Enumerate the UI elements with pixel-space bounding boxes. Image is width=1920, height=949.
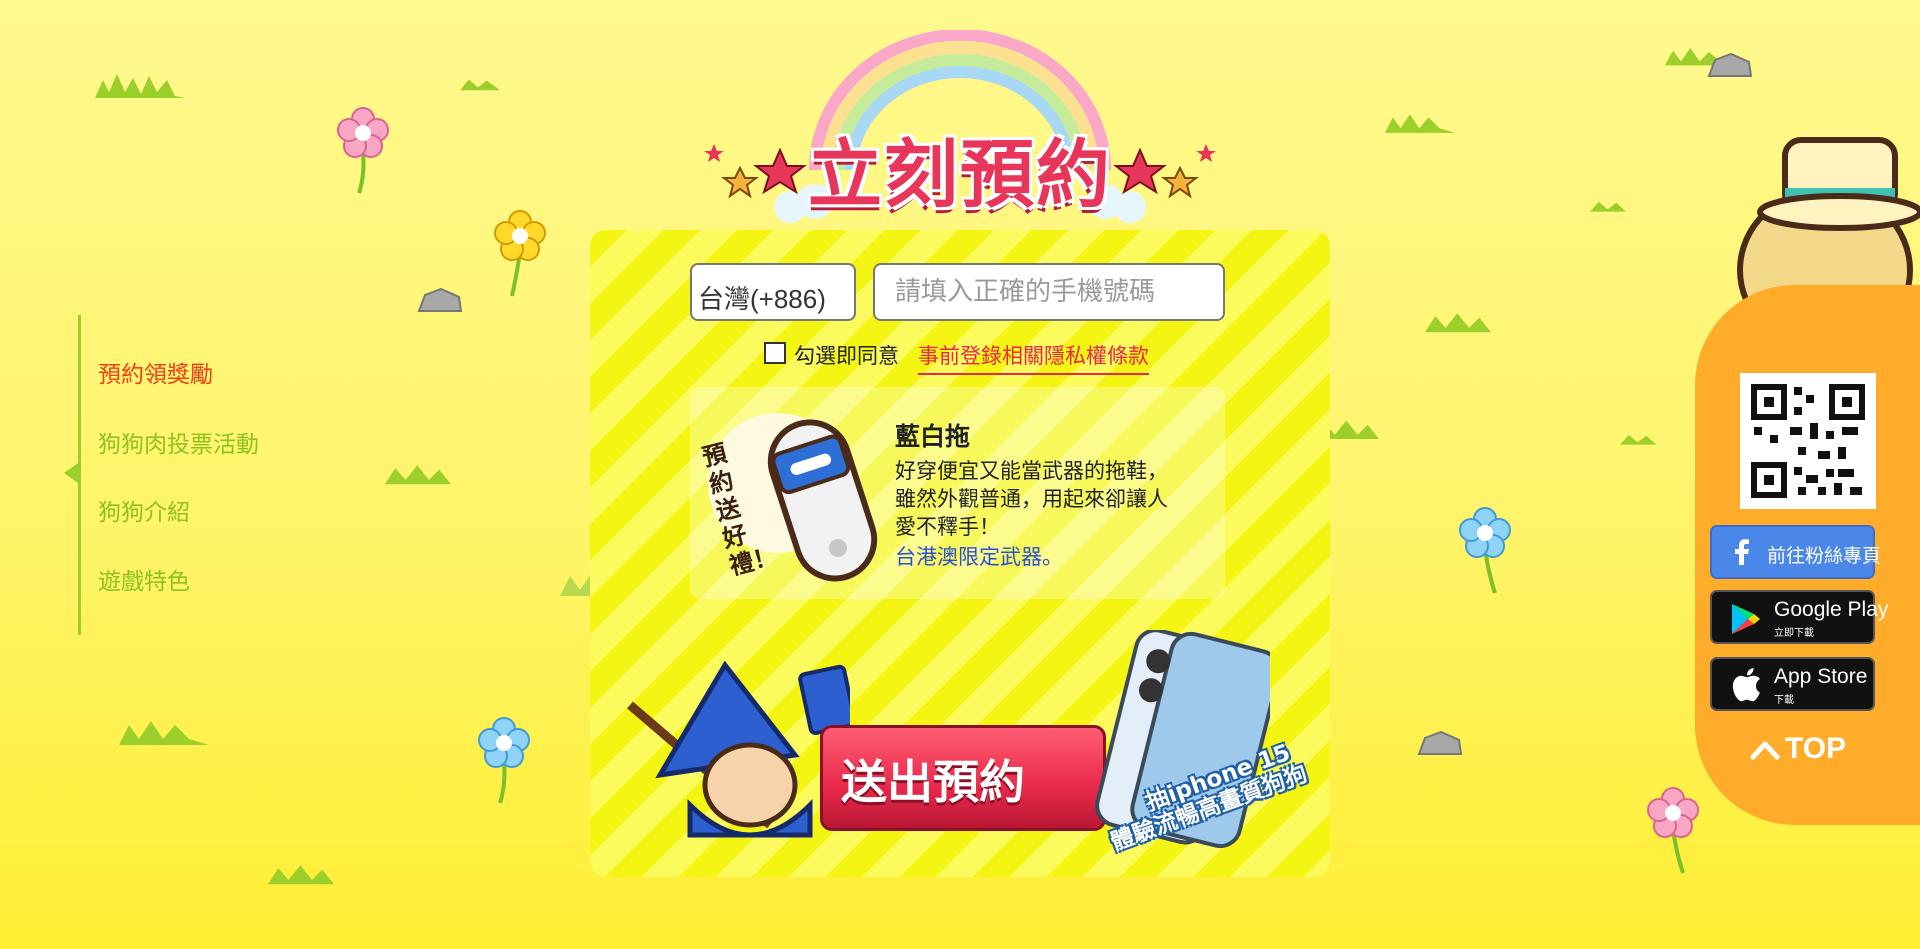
grass-decoration	[1620, 435, 1656, 445]
qr-code-icon	[1740, 373, 1876, 509]
facebook-icon	[1735, 539, 1749, 565]
back-to-top-label: TOP	[1785, 732, 1847, 765]
app-store-sublabel: 下載	[1774, 695, 1794, 706]
google-play-icon	[1732, 604, 1760, 634]
google-play-label: Google Play	[1774, 598, 1889, 621]
title-banner: 立刻預約	[700, 30, 1220, 223]
gift-description-line: 雖然外觀普通，用起來卻讓人	[895, 487, 1168, 511]
grass-decoration	[119, 721, 209, 745]
rock-decoration	[1707, 52, 1753, 77]
grass-decoration	[385, 465, 451, 485]
gift-region-note: 台港澳限定武器。	[895, 545, 1063, 569]
nav-item-dog-intro[interactable]: 狗狗介紹	[98, 493, 190, 527]
right-sidebar: 前往粉絲專頁 Google Play 立即下載 App Store 下載 TOP	[1695, 285, 1920, 825]
nav-item-game-features[interactable]: 遊戲特色	[98, 562, 190, 596]
side-nav-line	[78, 315, 81, 635]
agree-checkbox[interactable]	[764, 342, 786, 364]
facebook-fanpage-label: 前往粉絲專頁	[1767, 545, 1882, 567]
nav-item-dog-vote[interactable]: 狗狗肉投票活動	[98, 425, 259, 459]
google-play-button[interactable]: Google Play 立即下載	[1710, 590, 1888, 644]
submit-reservation-button[interactable]: 送出預約	[820, 725, 1106, 831]
gift-description-line: 好穿便宜又能當武器的拖鞋，	[895, 459, 1168, 483]
blue-flower-decoration	[1459, 507, 1511, 594]
gift-card: 預約送好禮！ 藍白拖 好穿便宜又能當武器的拖鞋， 雖然外觀普通，用起來卻讓人 愛…	[690, 387, 1225, 599]
submit-reservation-label: 送出預約	[841, 755, 1025, 809]
side-nav-indicator	[64, 463, 78, 483]
app-store-button[interactable]: App Store 下載	[1710, 657, 1875, 711]
app-store-label: App Store	[1774, 665, 1868, 688]
side-nav: 預約領獎勵 狗狗肉投票活動 狗狗介紹 遊戲特色	[64, 315, 338, 635]
grass-decoration	[460, 79, 500, 91]
grass-decoration	[268, 865, 334, 885]
blue-flower-decoration	[478, 717, 530, 804]
page-title: 立刻預約	[808, 132, 1112, 218]
yellow-flower-decoration	[494, 210, 546, 297]
wizard-dog-illustration	[627, 660, 850, 838]
grass-decoration	[1425, 313, 1491, 333]
submit-area: 送出預約 抽iphone 15 體驗流暢高畫質狗狗	[620, 615, 1320, 875]
grass-decoration	[1385, 114, 1455, 133]
reservation-panel: 台灣(+886) 勾選即同意 事前登錄相關隱私權條款 預約送好禮！ 藍白拖 好穿…	[590, 230, 1330, 877]
gift-name: 藍白拖	[895, 422, 971, 451]
pink-flower-decoration	[337, 107, 389, 194]
back-to-top-button[interactable]: TOP	[1750, 730, 1870, 770]
grass-decoration	[1590, 202, 1626, 212]
gift-description-line: 愛不釋手！	[895, 515, 1000, 539]
rock-decoration	[1417, 730, 1463, 755]
country-code-select[interactable]: 台灣(+886)	[690, 263, 856, 321]
pink-flower-decoration	[1647, 787, 1699, 874]
gift-description: 好穿便宜又能當武器的拖鞋， 雖然外觀普通，用起來卻讓人 愛不釋手！	[895, 457, 1205, 541]
chevron-up-icon	[1750, 741, 1780, 760]
phone-number-input[interactable]	[873, 263, 1225, 321]
rock-decoration	[417, 287, 463, 312]
apple-icon	[1732, 668, 1760, 702]
agree-label: 勾選即同意	[794, 344, 899, 368]
privacy-terms-link[interactable]: 事前登錄相關隱私權條款	[918, 340, 1149, 375]
nav-item-reservation-rewards[interactable]: 預約領獎勵	[98, 355, 213, 389]
grass-decoration	[95, 74, 185, 98]
google-play-sublabel: 立即下載	[1774, 628, 1814, 639]
facebook-fanpage-button[interactable]: 前往粉絲專頁	[1710, 525, 1881, 579]
